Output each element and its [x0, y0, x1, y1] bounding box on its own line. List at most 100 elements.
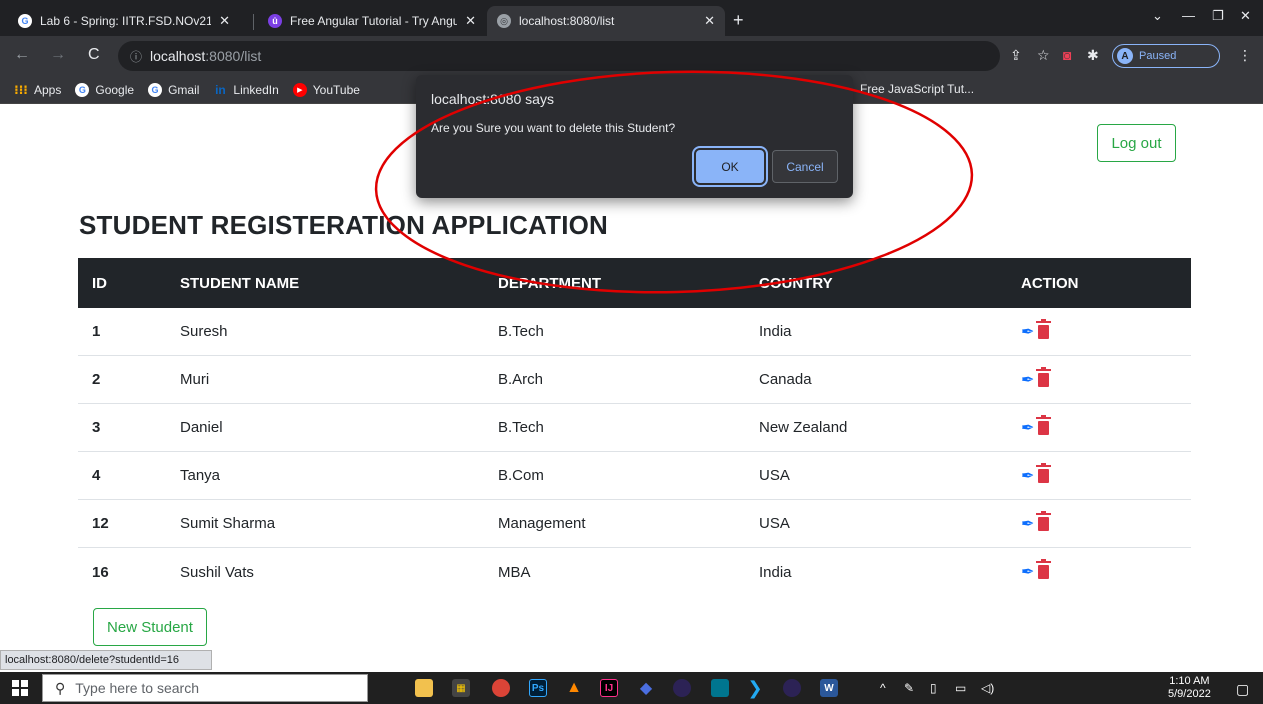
- bookmark-label: Gmail: [168, 82, 200, 97]
- table-row: 3 Daniel B.Tech New Zealand ✒: [78, 404, 1191, 452]
- bookmark-free-javascript[interactable]: Free JavaScript Tut...: [860, 82, 974, 96]
- word-icon[interactable]: W: [820, 679, 838, 697]
- delete-trash-icon[interactable]: [1036, 414, 1052, 435]
- cell-id: 4: [92, 467, 101, 484]
- photoshop-icon[interactable]: Ps: [529, 679, 547, 697]
- eclipse-sts-icon[interactable]: [783, 679, 801, 697]
- close-icon[interactable]: ✕: [219, 13, 230, 29]
- store-icon[interactable]: ▦: [452, 679, 470, 697]
- delete-trash-icon[interactable]: [1036, 462, 1052, 483]
- cell-action: ✒: [1021, 452, 1052, 499]
- taskbar-clock[interactable]: 1:10 AM 5/9/2022: [1168, 675, 1211, 701]
- bookmark-apps[interactable]: ⁝⁝⁝ Apps: [14, 83, 61, 97]
- delete-trash-icon[interactable]: [1036, 318, 1052, 339]
- reload-icon[interactable]: C: [88, 46, 100, 64]
- restore-icon[interactable]: ❐: [1212, 8, 1224, 24]
- bookmark-star-icon[interactable]: ☆: [1037, 47, 1050, 64]
- back-icon[interactable]: ←: [14, 46, 30, 64]
- edit-pen-icon[interactable]: ✒: [1021, 370, 1034, 390]
- logout-button[interactable]: Log out: [1097, 124, 1176, 162]
- column-header-action: ACTION: [1021, 274, 1079, 292]
- cell-id: 16: [92, 563, 109, 581]
- close-icon[interactable]: ✕: [465, 13, 476, 29]
- bookmark-youtube[interactable]: ▶ YouTube: [292, 82, 360, 97]
- apps-grid-icon: ⁝⁝⁝: [14, 82, 28, 97]
- cell-country: India: [759, 323, 792, 340]
- tab-title: localhost:8080/list: [519, 14, 615, 28]
- page-title: STUDENT REGISTERATION APPLICATION: [79, 210, 609, 240]
- chrome-icon[interactable]: [492, 679, 510, 697]
- avatar: A: [1117, 48, 1133, 64]
- table-row: 1 Suresh B.Tech India ✒: [78, 308, 1191, 356]
- cell-action: ✒: [1021, 308, 1052, 355]
- cell-country: New Zealand: [759, 419, 848, 436]
- edit-pen-icon[interactable]: ✒: [1021, 466, 1034, 486]
- forward-icon[interactable]: →: [50, 46, 66, 64]
- mysql-icon[interactable]: [711, 679, 729, 697]
- link-status-bar: localhost:8080/delete?studentId=16: [0, 650, 212, 670]
- edit-pen-icon[interactable]: ✒: [1021, 514, 1034, 534]
- network-icon[interactable]: ▭: [955, 681, 966, 695]
- edit-pen-icon[interactable]: ✒: [1021, 418, 1034, 438]
- taskbar-search-input[interactable]: ⚲ Type here to search: [42, 674, 368, 702]
- delete-trash-icon[interactable]: [1036, 510, 1052, 531]
- menu-kebab-icon[interactable]: ⋮: [1238, 47, 1252, 64]
- pocket-extension-icon[interactable]: ◙: [1063, 47, 1071, 63]
- intellij-icon[interactable]: IJ: [600, 679, 618, 697]
- tab-lab6[interactable]: G Lab 6 - Spring: IITR.FSD.NOv21 B... ✕: [8, 6, 240, 36]
- eclipse-icon[interactable]: [673, 679, 691, 697]
- cell-name: Suresh: [180, 323, 228, 340]
- bookmark-label: YouTube: [312, 82, 360, 97]
- new-student-button[interactable]: New Student: [93, 608, 207, 646]
- bookmark-google[interactable]: G Google: [75, 82, 134, 97]
- address-bar[interactable]: ⓘ localhost:8080/list: [118, 41, 1000, 71]
- bookmark-linkedin[interactable]: in LinkedIn: [213, 83, 279, 97]
- volume-icon[interactable]: ◁): [981, 681, 994, 695]
- pen-workspace-icon[interactable]: ✎: [904, 681, 914, 695]
- notifications-icon[interactable]: ▢: [1236, 681, 1249, 698]
- tab-localhost-list[interactable]: ◎ localhost:8080/list ✕: [487, 6, 725, 36]
- address-path: :8080/list: [205, 48, 262, 64]
- column-header-id: ID: [92, 274, 107, 292]
- cell-department: B.Tech: [498, 419, 544, 436]
- tab-separator: [253, 14, 254, 30]
- vscode-icon[interactable]: ❯: [746, 678, 764, 698]
- window-close-icon[interactable]: ✕: [1240, 8, 1251, 24]
- delete-trash-icon[interactable]: [1036, 366, 1052, 387]
- edit-pen-icon[interactable]: ✒: [1021, 562, 1034, 582]
- bookmark-gmail[interactable]: G Gmail: [148, 82, 200, 97]
- new-tab-icon[interactable]: +: [733, 10, 744, 31]
- cell-id: 1: [92, 323, 101, 340]
- table-header: ID STUDENT NAME DEPARTMENT COUNTRY ACTIO…: [78, 258, 1191, 308]
- delete-trash-icon[interactable]: [1036, 559, 1052, 579]
- column-header-department: DEPARTMENT: [498, 274, 602, 292]
- windows-start-icon[interactable]: [12, 680, 28, 696]
- dialog-cancel-button[interactable]: Cancel: [772, 150, 838, 183]
- share-icon[interactable]: ⇪: [1010, 47, 1022, 64]
- cell-id: 12: [92, 515, 109, 532]
- extensions-puzzle-icon[interactable]: ✱: [1087, 47, 1099, 64]
- students-table: ID STUDENT NAME DEPARTMENT COUNTRY ACTIO…: [78, 258, 1191, 596]
- info-icon[interactable]: ⓘ: [130, 48, 142, 65]
- bookmark-label: Apps: [34, 82, 62, 97]
- tray-chevron-icon[interactable]: ^: [880, 681, 886, 695]
- close-icon[interactable]: ✕: [704, 13, 715, 29]
- search-placeholder: Type here to search: [75, 680, 200, 696]
- cell-department: B.Com: [498, 467, 544, 484]
- minimize-icon[interactable]: —: [1182, 8, 1195, 23]
- cell-id: 3: [92, 419, 101, 436]
- gmail-icon: G: [148, 82, 163, 97]
- cell-name: Daniel: [180, 419, 223, 436]
- cell-country: USA: [759, 515, 790, 532]
- git-icon[interactable]: ◆: [637, 679, 655, 697]
- file-explorer-icon[interactable]: [415, 679, 433, 697]
- edit-pen-icon[interactable]: ✒: [1021, 322, 1034, 342]
- cell-country: India: [759, 563, 792, 581]
- tab-angular-tutorial[interactable]: û Free Angular Tutorial - Try Angul... ✕: [258, 6, 486, 36]
- dialog-ok-button[interactable]: OK: [696, 150, 764, 183]
- profile-button[interactable]: A Paused: [1112, 44, 1220, 68]
- tab-search-icon[interactable]: ⌄: [1152, 8, 1163, 24]
- battery-icon[interactable]: ▯: [930, 681, 937, 695]
- vlc-icon[interactable]: ▲: [565, 679, 583, 697]
- browser-toolbar: ← → C ⓘ localhost:8080/list ⇪ ☆ ◙ ✱ ▣ A …: [0, 36, 1263, 76]
